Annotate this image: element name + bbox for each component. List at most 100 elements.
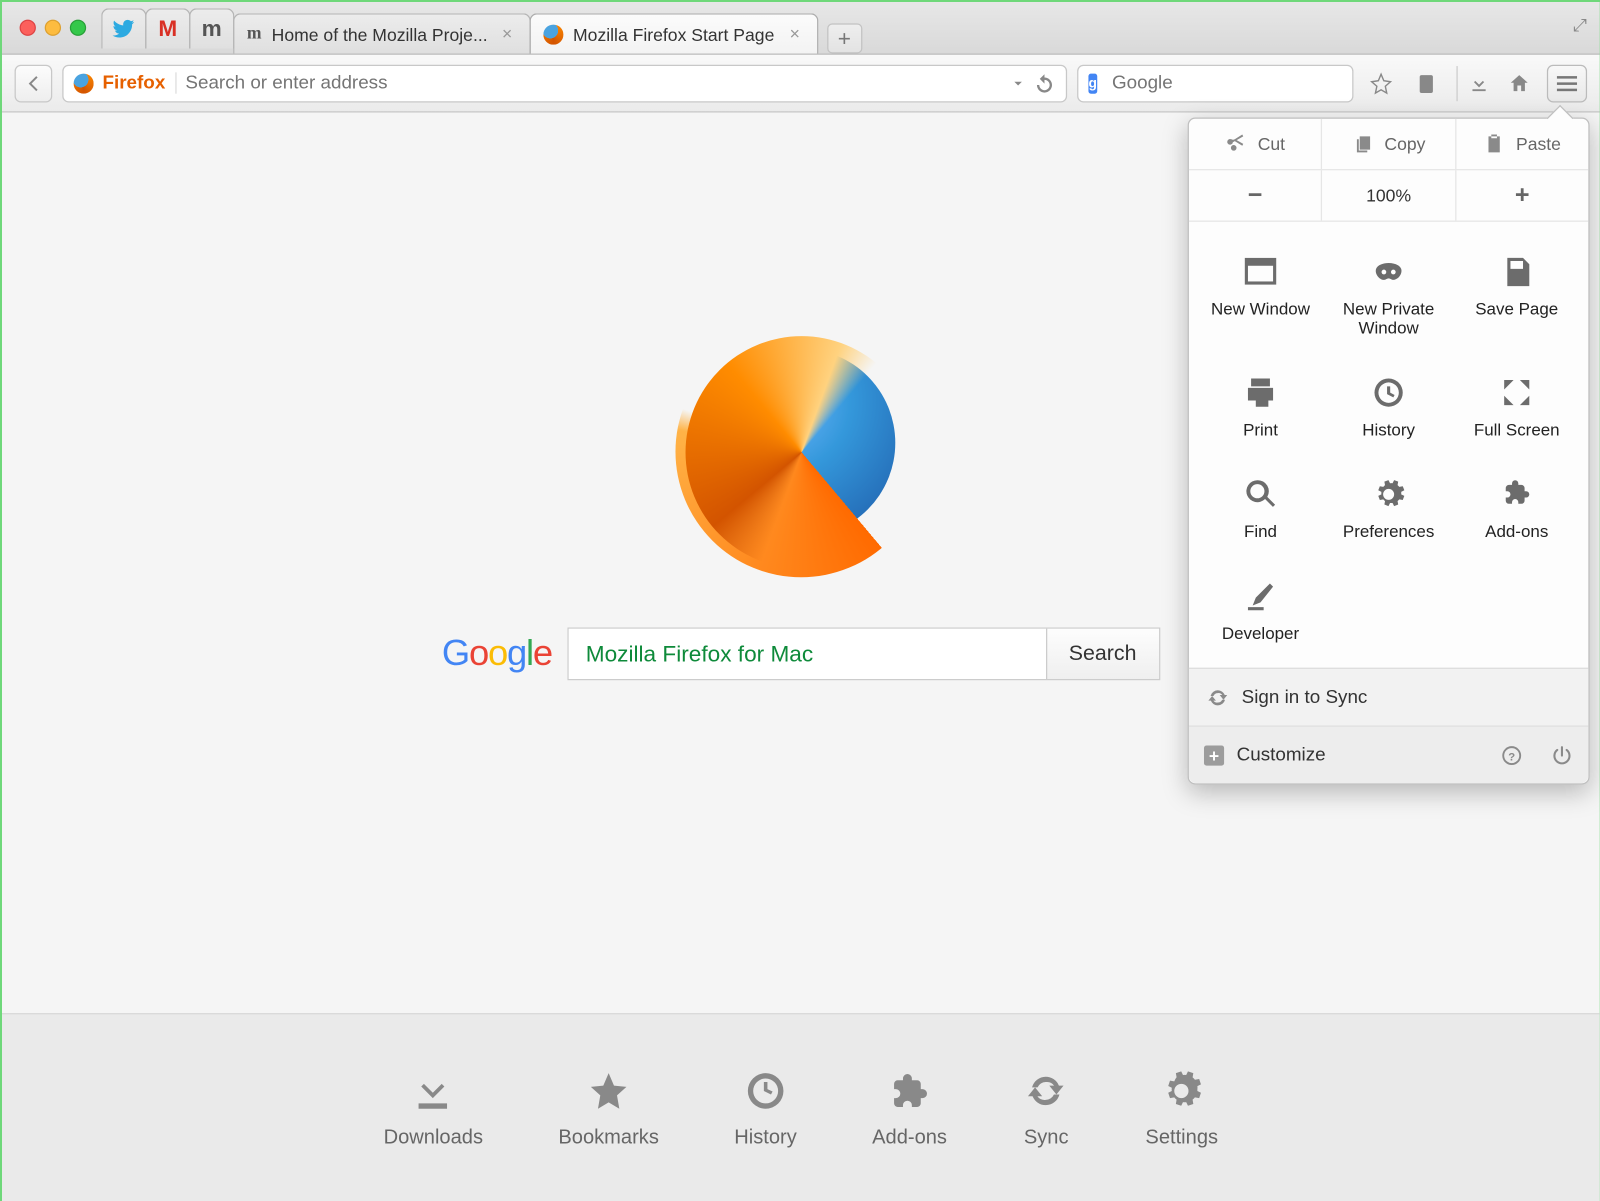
zoom-in-button[interactable]: +: [1455, 170, 1589, 220]
pinned-tab-gmail[interactable]: M: [145, 8, 190, 48]
menu-paste[interactable]: Paste: [1455, 119, 1589, 169]
close-window-icon[interactable]: [20, 20, 36, 36]
help-icon[interactable]: ?: [1500, 744, 1523, 767]
footer-label: Settings: [1145, 1127, 1218, 1150]
firefox-icon: [74, 73, 94, 93]
menu-item-developer[interactable]: Developer: [1196, 561, 1324, 663]
footer-downloads[interactable]: Downloads: [384, 1066, 483, 1149]
menu-sign-in-sync[interactable]: Sign in to Sync: [1189, 668, 1588, 726]
gear-icon: [1160, 1069, 1203, 1112]
zoom-out-button[interactable]: −: [1189, 170, 1321, 220]
menu-copy[interactable]: Copy: [1321, 119, 1455, 169]
tab-mozilla-home[interactable]: m Home of the Mozilla Proje... ×: [233, 13, 530, 53]
menu-customize[interactable]: Customize: [1237, 744, 1326, 765]
identity-label: Firefox: [102, 72, 176, 93]
pinned-tab-twitter[interactable]: [101, 8, 146, 48]
google-search-area: Google Search: [442, 627, 1160, 680]
twitter-icon: [113, 17, 136, 40]
firefox-icon: [543, 24, 563, 44]
tab-title: Home of the Mozilla Proje...: [272, 24, 488, 44]
close-tab-icon[interactable]: ×: [785, 25, 804, 44]
zoom-window-icon[interactable]: [70, 20, 86, 36]
navigation-toolbar: Firefox g: [2, 55, 1600, 113]
home-button[interactable]: [1502, 65, 1537, 100]
menu-item-history[interactable]: History: [1325, 357, 1453, 459]
menu-item-newprivate[interactable]: New Private Window: [1325, 237, 1453, 358]
bookmarks-list-button[interactable]: [1409, 65, 1444, 100]
menu-item-label: History: [1362, 420, 1415, 439]
menu-item-label: Add-ons: [1485, 522, 1548, 541]
google-search-button[interactable]: Search: [1045, 629, 1158, 679]
start-page-footer: Downloads Bookmarks History Add-ons Sync…: [2, 1013, 1600, 1201]
menu-item-addons[interactable]: Add-ons: [1453, 459, 1581, 561]
new-tab-button[interactable]: +: [827, 23, 862, 53]
puzzle-icon: [888, 1069, 931, 1112]
print-icon: [1242, 374, 1280, 412]
newprivate-icon: [1370, 253, 1408, 291]
menu-cut[interactable]: Cut: [1189, 119, 1321, 169]
clipboard-icon: [1415, 72, 1438, 95]
dropdown-icon[interactable]: [1011, 72, 1026, 95]
menu-item-label: Save Page: [1475, 300, 1558, 319]
footer-addons[interactable]: Add-ons: [872, 1066, 947, 1149]
google-engine-icon[interactable]: g: [1088, 73, 1096, 93]
copy-icon: [1352, 133, 1375, 156]
paste-icon: [1483, 133, 1506, 156]
minimize-window-icon[interactable]: [45, 20, 61, 36]
star-icon: [1370, 72, 1393, 95]
hamburger-icon: [1557, 82, 1577, 85]
footer-settings[interactable]: Settings: [1145, 1066, 1218, 1149]
menu-item-label: Print: [1243, 420, 1278, 439]
pinned-tab-mozilla[interactable]: m: [189, 8, 234, 48]
addons-icon: [1498, 476, 1536, 514]
footer-label: History: [734, 1127, 797, 1150]
footer-bookmarks[interactable]: Bookmarks: [558, 1066, 659, 1149]
google-search-input[interactable]: [568, 629, 1045, 679]
search-bar[interactable]: g: [1077, 64, 1353, 102]
close-tab-icon[interactable]: ×: [498, 25, 517, 44]
find-icon: [1242, 476, 1280, 514]
hamburger-menu-popup: Cut Copy Paste − 100% + New Window New Pr…: [1188, 118, 1590, 785]
savepage-icon: [1498, 253, 1536, 291]
bookmark-star-button[interactable]: [1364, 65, 1399, 100]
plus-icon: +: [1204, 745, 1224, 765]
downloads-button[interactable]: [1456, 65, 1491, 100]
gmail-icon: M: [158, 15, 177, 41]
menu-item-find[interactable]: Find: [1196, 459, 1324, 561]
menu-item-label: Developer: [1222, 624, 1299, 643]
menu-button[interactable]: [1547, 64, 1587, 102]
address-bar[interactable]: Firefox: [62, 64, 1067, 102]
power-icon[interactable]: [1551, 744, 1574, 767]
menu-item-fullscreen[interactable]: Full Screen: [1453, 357, 1581, 459]
menu-item-print[interactable]: Print: [1196, 357, 1324, 459]
footer-label: Add-ons: [872, 1127, 947, 1150]
menu-item-savepage[interactable]: Save Page: [1453, 237, 1581, 358]
menu-item-newwindow[interactable]: New Window: [1196, 237, 1324, 358]
cut-icon: [1225, 133, 1248, 156]
download-icon: [412, 1069, 455, 1112]
prefs-icon: [1370, 476, 1408, 514]
tab-start-page[interactable]: Mozilla Firefox Start Page ×: [529, 13, 818, 53]
svg-text:?: ?: [1508, 751, 1515, 763]
tab-strip: M m m Home of the Mozilla Proje... × Moz…: [2, 2, 1600, 55]
fullscreen-toggle-icon[interactable]: ⤢: [1573, 15, 1587, 36]
star-icon: [587, 1069, 630, 1112]
menu-item-prefs[interactable]: Preferences: [1325, 459, 1453, 561]
menu-item-label: New Window: [1211, 300, 1310, 319]
zoom-level: 100%: [1321, 170, 1455, 220]
address-input[interactable]: [185, 72, 1001, 93]
footer-history[interactable]: History: [734, 1066, 797, 1149]
back-button[interactable]: [15, 64, 53, 102]
menu-customize-row: + Customize ?: [1189, 725, 1588, 783]
footer-sync[interactable]: Sync: [1022, 1066, 1070, 1149]
menu-item-label: Full Screen: [1474, 420, 1560, 439]
developer-icon: [1242, 577, 1280, 615]
tab-title: Mozilla Firefox Start Page: [573, 24, 774, 44]
history-icon: [1370, 374, 1408, 412]
newwindow-icon: [1242, 253, 1280, 291]
search-input[interactable]: [1112, 72, 1362, 93]
address-bar-actions: [1011, 72, 1056, 95]
fullscreen-icon: [1498, 374, 1536, 412]
reload-icon[interactable]: [1033, 72, 1056, 95]
mozilla-icon: m: [247, 24, 262, 44]
